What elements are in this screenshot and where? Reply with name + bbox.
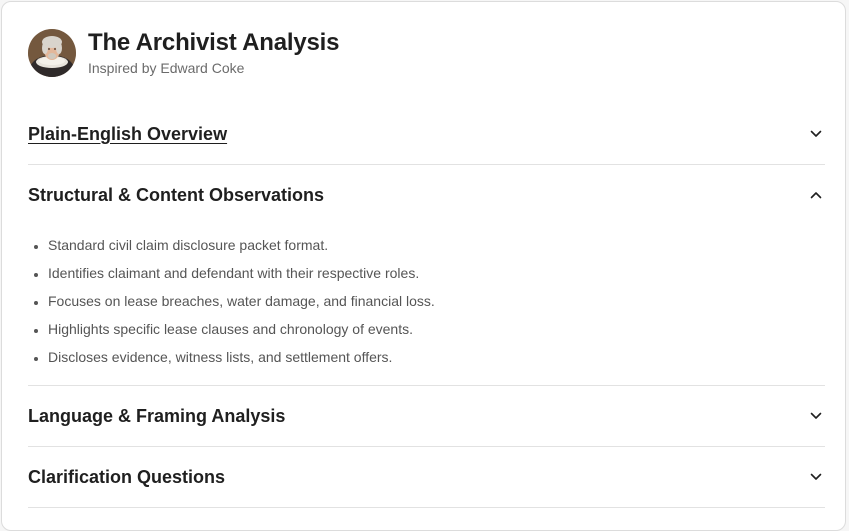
list-item: Standard civil claim disclosure packet f… (48, 231, 825, 259)
section-plain-english-overview: Plain-English Overview (28, 104, 825, 165)
section-title: Plain-English Overview (28, 123, 228, 144)
chevron-up-icon[interactable] (809, 188, 823, 202)
section-title: Clarification Questions (28, 466, 226, 487)
section-title: Structural & Content Observations (28, 184, 325, 205)
accordion: Plain-English Overview Structural & Cont… (28, 104, 825, 508)
portrait-avatar-icon (28, 29, 76, 77)
section-header-language-framing-analysis[interactable]: Language & Framing Analysis (28, 386, 825, 446)
section-body: Standard civil claim disclosure packet f… (28, 225, 825, 385)
page-subtitle: Inspired by Edward Coke (88, 60, 245, 76)
section-structural-content-observations: Structural & Content Observations Standa… (28, 165, 825, 386)
analysis-card: The Archivist Analysis Inspired by Edwar… (1, 1, 846, 531)
page-title: The Archivist Analysis (88, 29, 340, 56)
list-item: Discloses evidence, witness lists, and s… (48, 343, 825, 371)
chevron-down-icon[interactable] (809, 127, 823, 141)
header: The Archivist Analysis Inspired by Edwar… (28, 29, 339, 77)
section-header-clarification-questions[interactable]: Clarification Questions (28, 447, 825, 507)
section-clarification-questions: Clarification Questions (28, 447, 825, 508)
section-header-structural-content-observations[interactable]: Structural & Content Observations (28, 165, 825, 225)
list-item: Highlights specific lease clauses and ch… (48, 315, 825, 343)
section-title: Language & Framing Analysis (28, 405, 286, 426)
section-language-framing-analysis: Language & Framing Analysis (28, 386, 825, 447)
chevron-down-icon[interactable] (809, 409, 823, 423)
list-item: Focuses on lease breaches, water damage,… (48, 287, 825, 315)
observations-list: Standard civil claim disclosure packet f… (28, 231, 825, 371)
avatar (28, 29, 76, 77)
list-item: Identifies claimant and defendant with t… (48, 259, 825, 287)
section-header-plain-english-overview[interactable]: Plain-English Overview (28, 104, 825, 164)
header-text: The Archivist Analysis Inspired by Edwar… (88, 29, 339, 77)
chevron-down-icon[interactable] (809, 470, 823, 484)
